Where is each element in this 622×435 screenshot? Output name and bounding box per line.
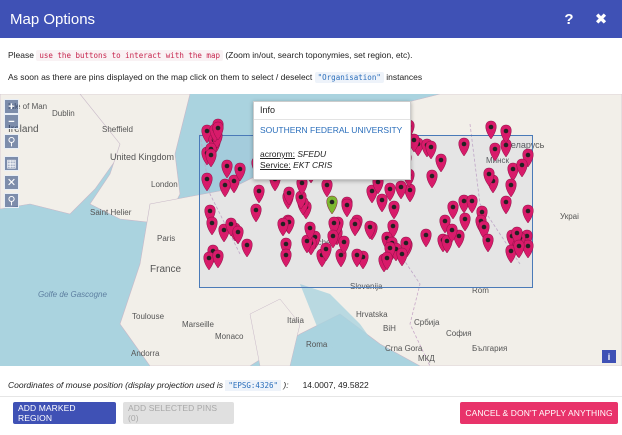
map-pin[interactable] (426, 169, 438, 189)
map-pin[interactable] (516, 158, 528, 178)
popup-acronym-row: acronym: SFEDU (260, 149, 327, 159)
info-popup: Info SOUTHERN FEDERAL UNIVERSITY acronym… (253, 101, 411, 180)
map-pin[interactable] (435, 153, 447, 173)
search-icon[interactable]: ⚲ (4, 134, 19, 149)
map-pin[interactable] (395, 180, 407, 200)
popup-organisation-link[interactable]: SOUTHERN FEDERAL UNIVERSITY (260, 125, 404, 135)
map-pin[interactable] (482, 233, 494, 253)
zoom-out-icon[interactable]: − (4, 114, 19, 129)
map-pin[interactable] (349, 217, 361, 237)
help-icon[interactable]: ? (558, 8, 580, 30)
map-pin[interactable] (250, 203, 262, 223)
map-pin[interactable] (485, 120, 497, 140)
map-pin[interactable] (321, 178, 333, 198)
coordinates-value: 14.0007, 49.5822 (302, 380, 369, 390)
popup-service-row: Service: EKT CRIS (260, 160, 333, 170)
add-marked-region-button[interactable]: ADD MARKED REGION (13, 402, 116, 424)
map-pin[interactable] (459, 212, 471, 232)
map-pin[interactable] (376, 193, 388, 213)
projection-code: "EPSG:4326" (225, 380, 282, 391)
map-pin[interactable] (396, 247, 408, 267)
map-pin[interactable] (505, 178, 517, 198)
instruction-code: use the buttons to interact with the map (36, 50, 223, 61)
map-pin[interactable] (458, 137, 470, 157)
map-pin[interactable] (341, 198, 353, 218)
map-info-icon[interactable]: i (602, 350, 616, 363)
instruction-code-organisation: "Organisation" (314, 72, 384, 83)
close-icon[interactable]: ✖ (590, 8, 612, 30)
coordinates-readout: Coordinates of mouse position (display p… (8, 380, 369, 391)
map-pin[interactable] (466, 194, 478, 214)
pin-icon[interactable]: ⚲ (4, 193, 19, 208)
map-pin[interactable] (206, 216, 218, 236)
instruction-line-2: As soon as there are pins displayed on t… (8, 72, 423, 83)
map-pin[interactable] (489, 142, 501, 162)
map-options-dialog: Map Options ? ✖ Please use the buttons t… (0, 0, 622, 435)
map-pin[interactable] (201, 172, 213, 192)
zoom-in-icon[interactable]: + (4, 99, 19, 114)
map-pin[interactable] (232, 225, 244, 245)
map-pin[interactable] (420, 228, 432, 248)
map-pin[interactable] (253, 184, 265, 204)
map-pin[interactable] (212, 249, 224, 269)
map-pin[interactable] (241, 238, 253, 258)
map-pin[interactable] (447, 200, 459, 220)
cancel-button[interactable]: CANCEL & DON'T APPLY ANYTHING (460, 402, 618, 424)
dialog-title: Map Options (10, 10, 96, 28)
map-pin[interactable] (522, 204, 534, 224)
map-pin[interactable] (500, 195, 512, 215)
popup-header: Info (254, 102, 410, 120)
clear-icon[interactable]: ✕ (4, 175, 19, 190)
map-pin[interactable] (221, 159, 233, 179)
map-pin[interactable] (219, 178, 231, 198)
map-pin[interactable] (326, 195, 338, 215)
dialog-titlebar: Map Options ? ✖ (0, 0, 622, 38)
instruction-line-1: Please use the buttons to interact with … (8, 50, 413, 61)
map-pin[interactable] (277, 217, 289, 237)
select-region-icon[interactable]: ▦ (4, 156, 19, 171)
map-pin[interactable] (388, 200, 400, 220)
add-selected-pins-button[interactable]: ADD SELECTED PINS (0) (123, 402, 234, 424)
footer-divider (0, 396, 622, 397)
map-pin[interactable] (280, 248, 292, 268)
